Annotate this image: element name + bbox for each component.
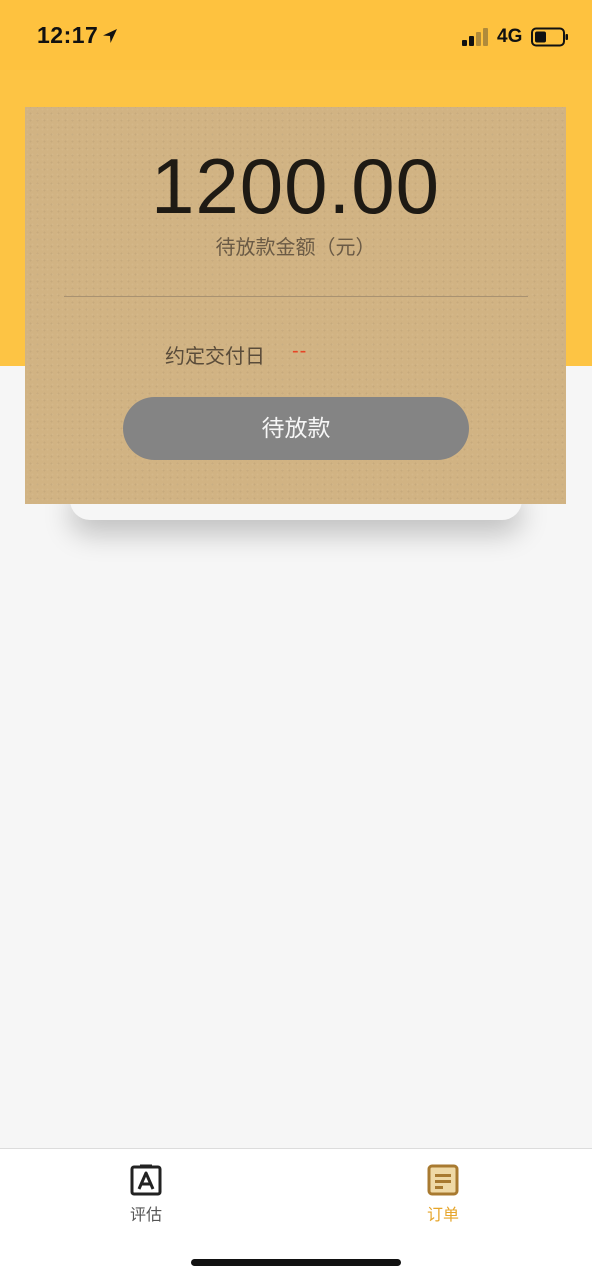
- status-time: 12:17: [37, 22, 99, 48]
- delivery-date-value: --: [292, 340, 308, 362]
- status-bar: 12:17 4G: [0, 0, 592, 70]
- pending-amount-label: 待放款金额（元）: [215, 237, 376, 259]
- network-type: 4G: [497, 26, 523, 47]
- tab-orders-label: 订单: [426, 1207, 459, 1224]
- delivery-date-label: 约定交付日: [165, 346, 265, 368]
- battery-icon: [531, 27, 568, 47]
- pending-payment-button[interactable]: 待放款: [123, 397, 469, 460]
- orders-icon: [427, 1164, 459, 1196]
- location-arrow-icon: [103, 29, 117, 43]
- pending-amount: 1200.00: [151, 142, 440, 230]
- divider: [64, 296, 528, 297]
- home-indicator: [191, 1259, 401, 1266]
- estimate-icon: [130, 1164, 162, 1196]
- tab-estimate[interactable]: 评估: [86, 1163, 206, 1227]
- tab-estimate-label: 评估: [129, 1207, 162, 1224]
- cellular-signal-icon: [462, 28, 488, 46]
- tab-orders[interactable]: 订单: [383, 1163, 503, 1227]
- loan-status-card: 1200.00 待放款金额（元） 约定交付日 -- 待放款: [25, 107, 566, 504]
